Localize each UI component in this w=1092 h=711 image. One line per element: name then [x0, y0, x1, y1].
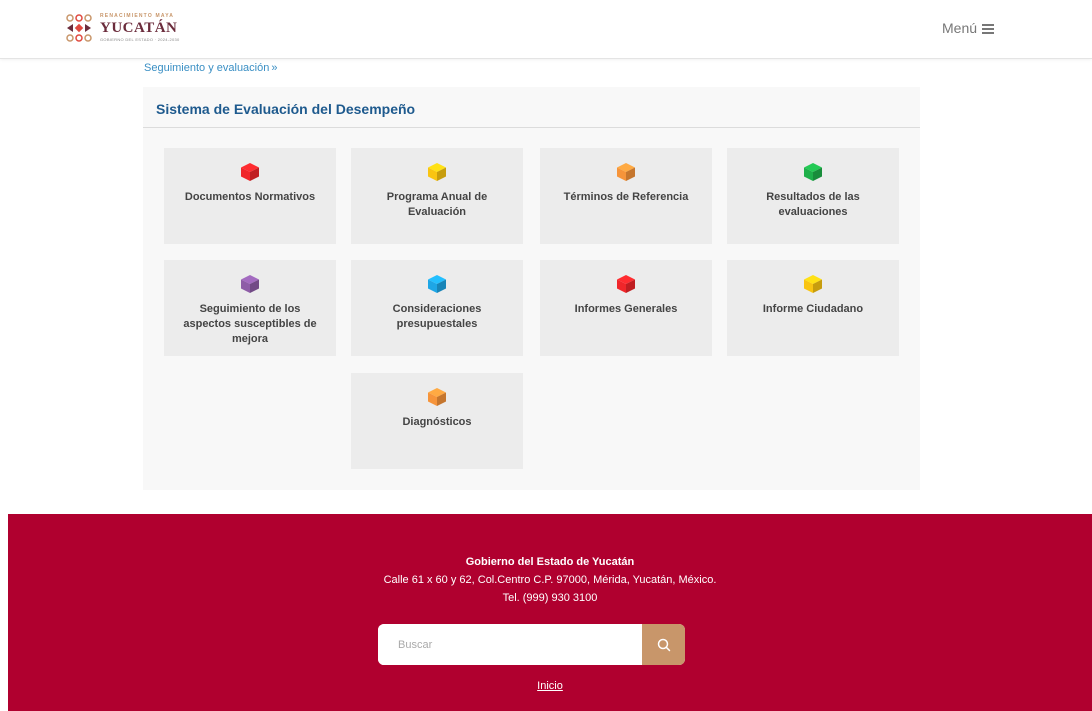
tile-4[interactable]: Resultados de las evaluaciones	[727, 148, 899, 244]
yucatan-logo[interactable]: RENACIMIENTO MAYA YUCATÁN GOBIERNO DEL E…	[64, 10, 180, 46]
breadcrumb-link-seguimiento[interactable]: Seguimiento y evaluación	[144, 62, 269, 74]
tile-label: Informes Generales	[574, 303, 678, 315]
tile-label: Informe Ciudadano	[762, 303, 864, 315]
footer-phone: Tel. (999) 930 3100	[502, 592, 598, 604]
search-input[interactable]	[378, 624, 642, 665]
tile-label: Consideraciones presupuestales	[392, 303, 482, 330]
tile-7[interactable]: Informes Generales	[540, 260, 712, 356]
tile-label: Términos de Referencia	[563, 191, 689, 203]
breadcrumb: Seguimiento y evaluación»	[144, 62, 277, 74]
tile-5[interactable]: Seguimiento de los aspectos susceptibles…	[164, 260, 336, 356]
logo-sub-text: GOBIERNO DEL ESTADO · 2024-2030	[100, 37, 180, 42]
tile-8[interactable]: Informe Ciudadano	[727, 260, 899, 356]
tile-label: Documentos Normativos	[184, 191, 316, 203]
menu-label: Menú	[942, 20, 978, 36]
tile-label: Diagnósticos	[402, 416, 472, 428]
search-button[interactable]	[642, 624, 685, 665]
footer-links: Inicio	[8, 680, 1092, 692]
content-panel: Sistema de Evaluación del Desempeño Docu…	[143, 87, 920, 490]
cube-icon	[241, 275, 259, 293]
cube-icon	[428, 275, 446, 293]
footer-title: Gobierno del Estado de Yucatán	[465, 556, 635, 568]
tile-9[interactable]: Diagnósticos	[351, 373, 523, 469]
footer-search	[378, 624, 685, 665]
cube-icon	[428, 163, 446, 181]
panel-header: Sistema de Evaluación del Desempeño	[143, 87, 920, 128]
tile-label: Programa Anual de Evaluación	[386, 191, 488, 218]
footer-address: Calle 61 x 60 y 62, Col.Centro C.P. 9700…	[383, 574, 717, 586]
tile-1[interactable]: Documentos Normativos	[164, 148, 336, 244]
logo-main-text: YUCATÁN	[100, 20, 178, 36]
breadcrumb-separator: »	[271, 62, 278, 74]
logo-text: RENACIMIENTO MAYA YUCATÁN GOBIERNO DEL E…	[100, 14, 180, 42]
tile-2[interactable]: Programa Anual de Evaluación	[351, 148, 523, 244]
cube-icon	[617, 275, 635, 293]
hamburger-icon	[982, 23, 995, 34]
site-footer: Gobierno del Estado de Yucatán Calle 61 …	[8, 514, 1092, 711]
logo-emblem-icon	[66, 14, 92, 42]
footer-link-inicio[interactable]: Inicio	[537, 680, 563, 692]
site-header: RENACIMIENTO MAYA YUCATÁN GOBIERNO DEL E…	[0, 0, 1092, 59]
cube-icon	[428, 388, 446, 406]
cube-icon	[804, 275, 822, 293]
cube-icon	[241, 163, 259, 181]
page-title: Sistema de Evaluación del Desempeño	[156, 101, 416, 117]
tile-label: Seguimiento de los aspectos susceptibles…	[183, 303, 317, 345]
logo-top-text: RENACIMIENTO MAYA	[100, 13, 175, 19]
menu-button[interactable]: Menú	[942, 20, 995, 36]
cube-icon	[804, 163, 822, 181]
cube-icon	[617, 163, 635, 181]
tile-label: Resultados de las evaluaciones	[766, 191, 860, 218]
search-icon	[657, 638, 670, 651]
tile-3[interactable]: Términos de Referencia	[540, 148, 712, 244]
tile-6[interactable]: Consideraciones presupuestales	[351, 260, 523, 356]
